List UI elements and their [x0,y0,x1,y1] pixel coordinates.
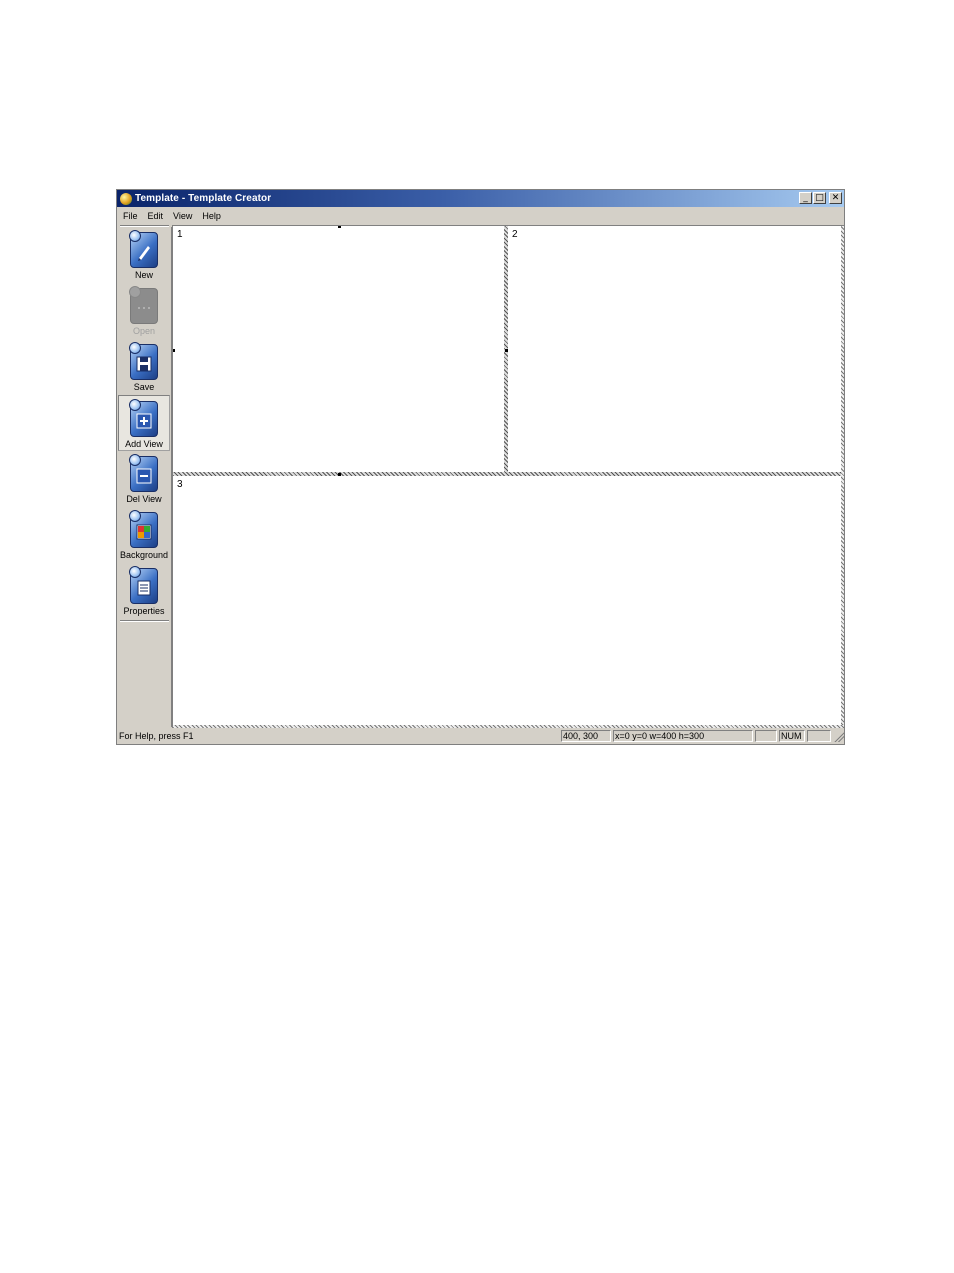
background-icon [129,510,158,548]
status-cap [755,730,777,742]
properties-icon [129,566,158,604]
status-position: 400, 300 [561,730,611,742]
add-view-label: Add View [125,439,163,449]
save-disk-icon [129,342,158,380]
size-grip-icon[interactable] [833,730,844,742]
new-button[interactable]: New [118,227,170,283]
add-view-icon [129,399,158,437]
open-label: Open [132,326,156,336]
toolbar-separator [120,620,169,622]
menu-edit[interactable]: Edit [144,211,168,221]
title-bar[interactable]: Template - Template Creator _ □ ✕ [117,190,844,207]
view-pane-3[interactable]: 3 [173,476,842,726]
add-view-button[interactable]: Add View [118,395,170,451]
open-button[interactable]: Open [118,283,170,339]
resize-handle[interactable] [338,473,341,476]
app-icon[interactable] [120,192,132,205]
view-pane-1[interactable]: 1 [173,226,504,472]
menu-bar: File Edit View Help [117,207,844,224]
save-label: Save [133,382,155,392]
status-scrl [807,730,831,742]
status-bar: For Help, press F1 400, 300 x=0 y=0 w=40… [117,728,844,744]
vertical-toolbar: New Open Save Add View Del View Backgrou… [118,225,172,727]
menu-help[interactable]: Help [198,211,225,221]
properties-button[interactable]: Properties [118,563,170,619]
del-view-button[interactable]: Del View [118,451,170,507]
close-button[interactable]: ✕ [829,192,842,204]
status-help-text: For Help, press F1 [119,731,194,741]
new-label: New [134,270,153,280]
resize-handle[interactable] [505,349,508,352]
background-button[interactable]: Background [118,507,170,563]
app-window: Template - Template Creator _ □ ✕ File E… [116,189,845,745]
status-num: NUM [779,730,805,742]
del-view-icon [129,454,158,492]
view-number: 1 [177,229,183,240]
menu-view[interactable]: View [169,211,196,221]
background-label: Background [119,550,169,560]
view-number: 3 [177,479,183,490]
save-button[interactable]: Save [118,339,170,395]
view-number: 2 [512,229,518,240]
menu-file[interactable]: File [119,211,142,221]
window-controls: _ □ ✕ [799,192,842,204]
properties-label: Properties [123,606,165,616]
right-resize-edge[interactable] [841,226,844,728]
template-canvas[interactable]: 1 2 3 [172,225,844,728]
maximize-button[interactable]: □ [813,192,826,204]
status-geometry: x=0 y=0 w=400 h=300 [613,730,753,742]
open-doc-icon [129,286,158,324]
new-doc-icon [129,230,158,268]
view-pane-2[interactable]: 2 [508,226,842,472]
window-title: Template - Template Creator [135,193,272,204]
del-view-label: Del View [126,494,162,504]
minimize-button[interactable]: _ [799,192,812,204]
resize-handle[interactable] [338,226,341,228]
resize-handle[interactable] [173,349,175,352]
